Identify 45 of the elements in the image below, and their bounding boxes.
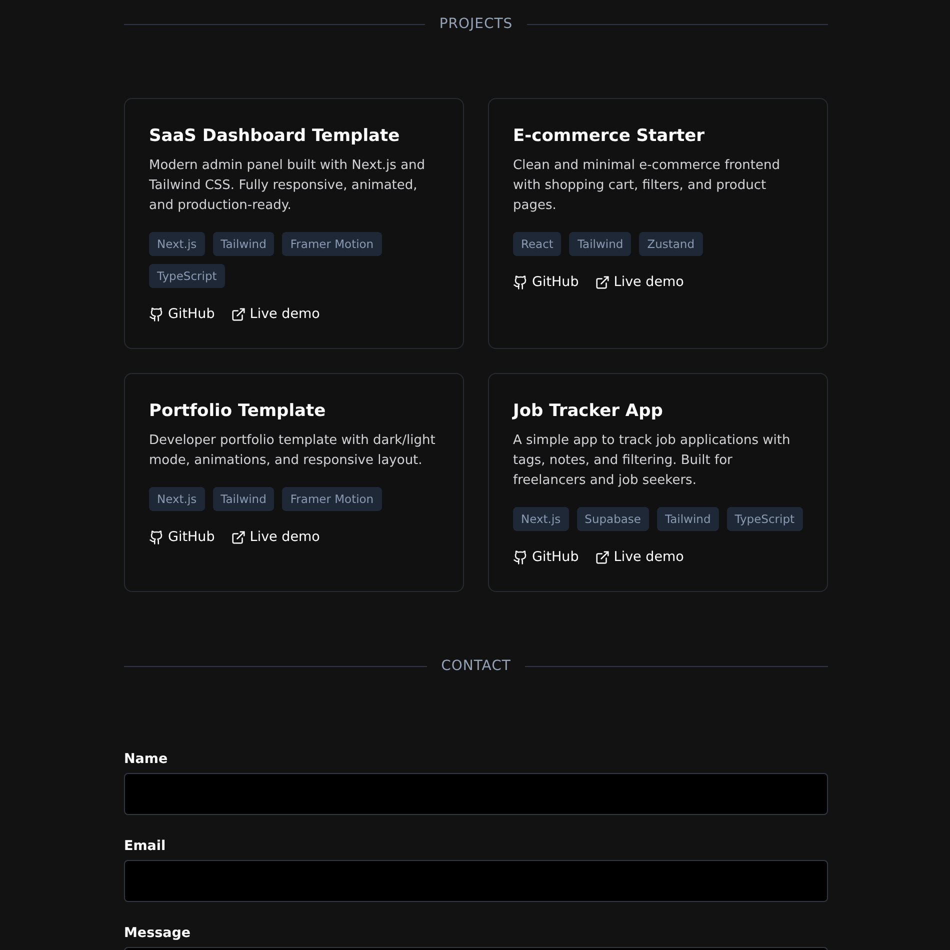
project-description: Modern admin panel built with Next.js and Tailwind CSS. Fully responsive, animated, and production-ready. <box>149 157 426 215</box>
github-icon <box>513 274 528 290</box>
tech-tag: Next.js <box>513 507 569 531</box>
input-field[interactable] <box>124 773 828 815</box>
tech-tag: Framer Motion <box>282 232 382 256</box>
project-title: Job Tracker App <box>513 400 664 423</box>
field-label: Name <box>124 750 169 768</box>
field-label: Email <box>124 837 167 855</box>
project-description: A simple app to track job applications with tags, notes, and filtering. Built for freelancers and job seekers. <box>513 432 792 490</box>
tech-tag: Zustand <box>639 232 702 256</box>
tech-tag: Framer Motion <box>282 487 382 511</box>
project-title: E-commerce Starter <box>513 125 706 148</box>
live-demo-link[interactable]: Live demo <box>230 304 320 324</box>
section-heading: CONTACT <box>441 658 511 674</box>
tech-tag: Supabase <box>576 507 649 531</box>
github-link[interactable]: GitHub <box>513 272 579 292</box>
tech-tag: Tailwind <box>569 232 632 256</box>
project-description: Clean and minimal e-commerce frontend with shopping cart, filters, and product pages. <box>513 157 781 215</box>
github-icon <box>149 530 164 544</box>
github-icon <box>149 306 164 322</box>
github-link[interactable]: GitHub <box>149 527 215 547</box>
live-demo-link[interactable]: Live demo <box>594 272 684 292</box>
input-field[interactable] <box>124 860 828 902</box>
project-title: SaaS Dashboard Template <box>149 125 401 148</box>
external-link-icon <box>594 274 610 290</box>
project-description: Developer portfolio template with dark/light mode, animations, and responsive layout. <box>149 432 436 470</box>
tech-tag: Next.js <box>149 232 205 256</box>
tech-tag: TypeScript <box>149 264 225 288</box>
external-link-icon <box>230 306 246 322</box>
section-heading: PROJECTS <box>439 16 513 32</box>
project-title: Portfolio Template <box>149 400 327 423</box>
live-demo-link[interactable]: Live demo <box>594 547 684 567</box>
external-link-icon <box>230 530 246 544</box>
tech-tag: React <box>513 232 562 256</box>
github-icon <box>513 550 528 564</box>
live-demo-link[interactable]: Live demo <box>230 527 320 547</box>
tech-tag: Tailwind <box>212 232 274 256</box>
github-link[interactable]: GitHub <box>149 304 215 324</box>
tech-tag: Next.js <box>149 487 205 511</box>
tech-tag: TypeScript <box>726 507 803 531</box>
tech-tag: Tailwind <box>212 487 274 511</box>
field-label: Message <box>124 924 192 942</box>
external-link-icon <box>594 550 610 564</box>
tech-tag: Tailwind <box>657 507 719 531</box>
github-link[interactable]: GitHub <box>513 547 579 567</box>
